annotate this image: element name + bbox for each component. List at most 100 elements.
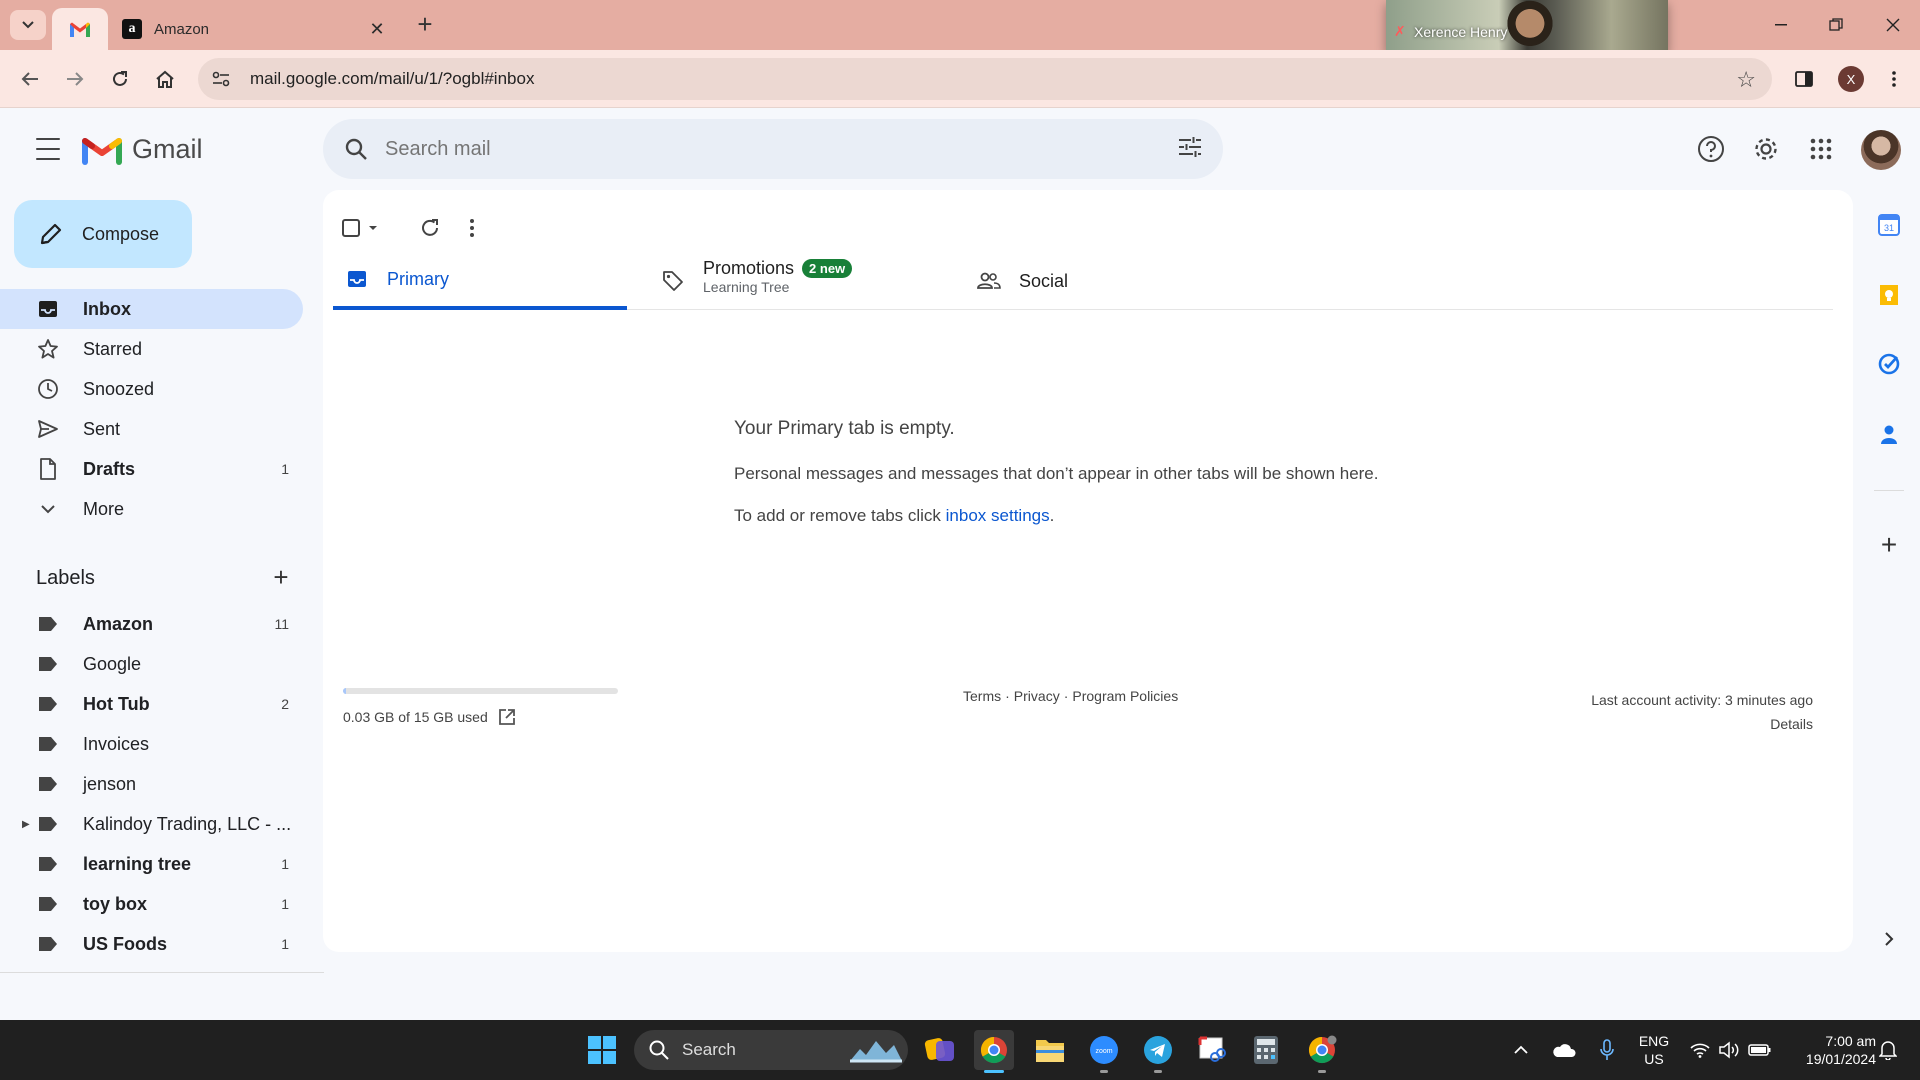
back-button[interactable] bbox=[14, 63, 46, 95]
search-icon bbox=[649, 1040, 669, 1060]
label-item-us-foods[interactable]: US Foods 1 bbox=[0, 924, 303, 964]
more-options-button[interactable] bbox=[469, 208, 475, 248]
label-name: US Foods bbox=[83, 933, 167, 954]
cloud-icon bbox=[1553, 1044, 1576, 1057]
onedrive-tray-icon[interactable] bbox=[1548, 1030, 1580, 1070]
nav-item-label: Drafts bbox=[83, 458, 136, 479]
restore-button[interactable] bbox=[1813, 10, 1859, 40]
label-item-invoices[interactable]: Invoices bbox=[0, 724, 303, 764]
search-bar[interactable] bbox=[323, 119, 1223, 179]
create-label-button[interactable]: + bbox=[266, 563, 296, 593]
taskbar-app-file-explorer[interactable] bbox=[1030, 1030, 1070, 1070]
browser-profile-avatar[interactable]: X bbox=[1838, 66, 1864, 92]
taskbar-app-chrome-profile[interactable] bbox=[1302, 1030, 1342, 1073]
tab-search-button[interactable] bbox=[10, 10, 46, 40]
nav-item-inbox[interactable]: Inbox bbox=[0, 289, 303, 329]
label-item-toy-box[interactable]: toy box 1 bbox=[0, 884, 303, 924]
battery-tray-icon[interactable] bbox=[1744, 1030, 1776, 1070]
show-hidden-icons-button[interactable] bbox=[1506, 1030, 1536, 1070]
refresh-button[interactable] bbox=[419, 208, 441, 248]
taskbar-search[interactable]: Search bbox=[634, 1030, 908, 1070]
help-button[interactable] bbox=[1695, 133, 1727, 165]
tab-gmail[interactable] bbox=[52, 8, 108, 50]
account-avatar[interactable] bbox=[1861, 130, 1901, 170]
volume-tray-icon[interactable] bbox=[1714, 1030, 1746, 1070]
minimize-button[interactable] bbox=[1758, 10, 1804, 40]
tasks-app-button[interactable] bbox=[1874, 349, 1904, 379]
activity-details-link[interactable]: Details bbox=[1591, 712, 1813, 736]
label-item-jenson[interactable]: jenson bbox=[0, 764, 303, 804]
main-menu-button[interactable] bbox=[30, 134, 66, 164]
compose-button[interactable]: Compose bbox=[14, 200, 192, 268]
program-policies-link[interactable]: Program Policies bbox=[1072, 688, 1178, 704]
label-item-hot-tub[interactable]: Hot Tub 2 bbox=[0, 684, 303, 724]
labels-title: Labels bbox=[36, 566, 95, 589]
tab-promotions[interactable]: Promotions 2 new Learning Tree bbox=[649, 252, 949, 310]
search-input[interactable] bbox=[385, 137, 1145, 161]
forward-button[interactable] bbox=[59, 63, 91, 95]
calendar-app-button[interactable]: 31 bbox=[1874, 210, 1904, 240]
close-icon[interactable]: ✕ bbox=[366, 18, 388, 40]
video-call-overlay[interactable]: ✗ Xerence Henry bbox=[1386, 0, 1668, 52]
label-item-learning-tree[interactable]: learning tree 1 bbox=[0, 844, 303, 884]
select-all-checkbox[interactable] bbox=[341, 208, 381, 248]
side-panel-button[interactable] bbox=[1788, 63, 1820, 95]
inbox-icon bbox=[345, 267, 369, 291]
pencil-icon bbox=[36, 219, 66, 249]
taskbar-app-photos[interactable] bbox=[920, 1030, 960, 1070]
new-tab-button[interactable]: + bbox=[410, 11, 440, 38]
site-info-icon[interactable] bbox=[206, 64, 236, 94]
notifications-button[interactable] bbox=[1872, 1030, 1904, 1070]
google-apps-button[interactable] bbox=[1805, 133, 1837, 165]
terms-link[interactable]: Terms bbox=[963, 688, 1001, 704]
empty-state-settings-hint: To add or remove tabs click inbox settin… bbox=[734, 506, 1534, 526]
label-item-google[interactable]: Google bbox=[0, 644, 303, 684]
label-icon bbox=[39, 817, 57, 831]
keep-app-button[interactable] bbox=[1874, 280, 1904, 310]
open-in-new-icon[interactable] bbox=[498, 708, 516, 726]
side-panel-icon bbox=[1795, 71, 1813, 87]
language-indicator[interactable]: ENG US bbox=[1636, 1032, 1672, 1068]
close-window-button[interactable] bbox=[1870, 10, 1916, 40]
inbox-settings-link[interactable]: inbox settings bbox=[946, 506, 1050, 525]
nav-item-sent[interactable]: Sent bbox=[0, 409, 303, 449]
clock[interactable]: 7:00 am 19/01/2024 bbox=[1786, 1032, 1876, 1068]
settings-button[interactable] bbox=[1750, 133, 1782, 165]
taskbar-app-chrome[interactable] bbox=[974, 1030, 1014, 1073]
wifi-tray-icon[interactable] bbox=[1684, 1030, 1716, 1070]
help-icon bbox=[1698, 136, 1724, 162]
hide-side-panel-button[interactable] bbox=[1874, 924, 1904, 954]
nav-item-drafts[interactable]: Drafts 1 bbox=[0, 449, 303, 489]
hint-suffix: . bbox=[1049, 506, 1055, 525]
clock-date: 19/01/2024 bbox=[1805, 1051, 1876, 1067]
address-bar[interactable]: mail.google.com/mail/u/1/?ogbl#inbox ☆ bbox=[198, 58, 1772, 100]
tab-amazon[interactable]: a Amazon ✕ bbox=[112, 8, 396, 50]
taskbar-app-snipping-tool[interactable] bbox=[1192, 1030, 1232, 1070]
search-options-icon[interactable] bbox=[1177, 134, 1203, 165]
browser-menu-button[interactable] bbox=[1878, 63, 1910, 95]
gmail-logo[interactable]: Gmail bbox=[82, 134, 203, 165]
reload-button[interactable] bbox=[104, 63, 136, 95]
nav-item-snoozed[interactable]: Snoozed bbox=[0, 369, 303, 409]
privacy-link[interactable]: Privacy bbox=[1014, 688, 1060, 704]
label-item-amazon[interactable]: Amazon 11 bbox=[0, 604, 303, 644]
chrome-icon bbox=[1308, 1035, 1337, 1064]
nav-item-starred[interactable]: Starred bbox=[0, 329, 303, 369]
tab-primary[interactable]: Primary bbox=[333, 252, 627, 310]
tab-social[interactable]: Social bbox=[965, 252, 1265, 310]
nav-item-label: Sent bbox=[83, 418, 121, 439]
taskbar-app-zoom[interactable]: zoom bbox=[1084, 1030, 1124, 1073]
get-addons-button[interactable]: + bbox=[1874, 529, 1904, 560]
label-item-kalindoy-trading[interactable]: ▶ Kalindoy Trading, LLC - ... bbox=[0, 804, 303, 844]
bookmark-star-icon[interactable]: ☆ bbox=[1736, 67, 1756, 93]
nav-item-more[interactable]: More bbox=[0, 489, 303, 529]
taskbar-app-calculator[interactable] bbox=[1246, 1030, 1286, 1070]
search-icon[interactable] bbox=[341, 134, 371, 164]
taskbar-app-telegram[interactable] bbox=[1138, 1030, 1178, 1073]
home-button[interactable] bbox=[149, 63, 181, 95]
contacts-app-button[interactable] bbox=[1874, 419, 1904, 449]
start-button[interactable] bbox=[582, 1030, 622, 1070]
expand-triangle-icon[interactable]: ▶ bbox=[22, 819, 30, 830]
chevron-right-icon bbox=[1885, 932, 1894, 946]
microphone-tray-icon[interactable] bbox=[1592, 1030, 1622, 1070]
